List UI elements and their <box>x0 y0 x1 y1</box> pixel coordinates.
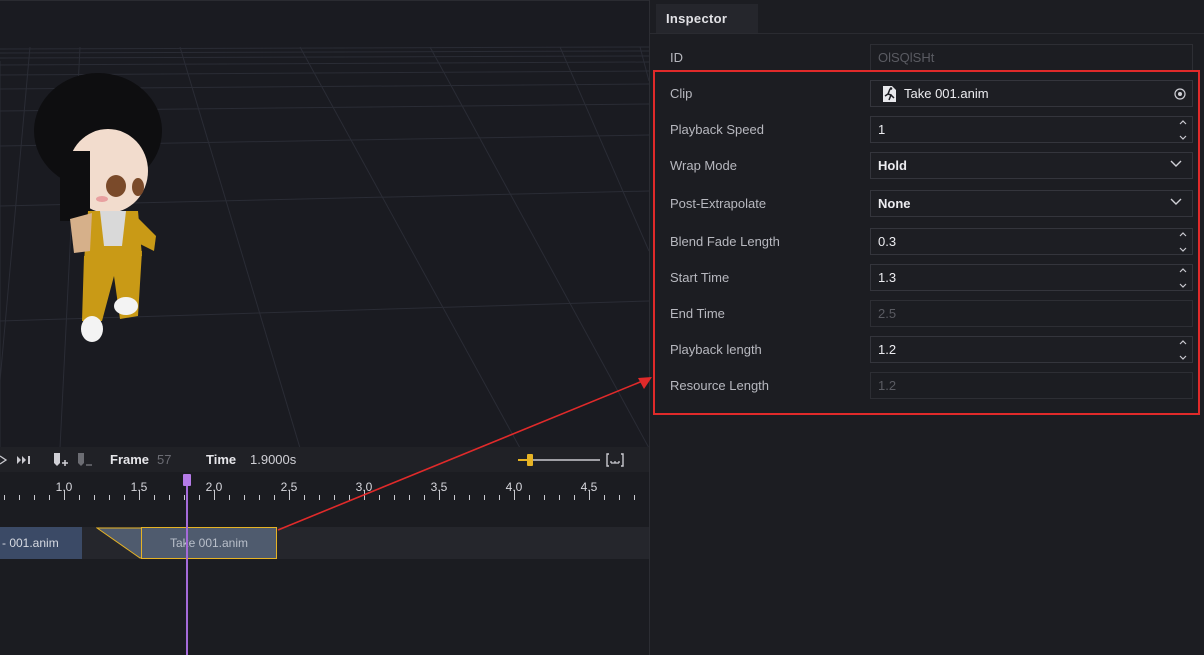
playhead-handle[interactable] <box>183 474 191 486</box>
wrap-mode-select[interactable]: Hold <box>870 152 1193 179</box>
zoom-slider-handle <box>527 453 533 466</box>
ruler-tick-label: 3.0 <box>356 480 373 494</box>
ruler-tick-label: 4.0 <box>506 480 523 494</box>
timeline-ruler[interactable]: 1.0 1.5 2.0 2.5 3.0 3.5 4.0 4.5 <box>0 472 650 502</box>
blend-fade-length-input[interactable]: 0.3 <box>870 228 1193 255</box>
id-label: ID <box>670 50 683 65</box>
frame-value[interactable]: 57 <box>157 447 171 472</box>
ruler-tick-label: 3.5 <box>431 480 448 494</box>
resource-length-input: 1.2 <box>870 372 1193 399</box>
clip-label: Clip <box>670 86 693 101</box>
blend-fade-length-stepper[interactable] <box>1178 232 1188 252</box>
clip-block-previous[interactable]: - 001.anim <box>0 527 82 559</box>
chevron-down-icon[interactable] <box>1179 355 1187 360</box>
clip-block-previous-label: - 001.anim <box>2 536 59 550</box>
remove-keyframe-icon[interactable] <box>76 447 92 472</box>
ruler-tick-label: 4.5 <box>581 480 598 494</box>
end-time-input: 2.5 <box>870 300 1193 327</box>
tab-inspector[interactable]: Inspector <box>656 4 758 33</box>
ruler-tick-label: 2.0 <box>206 480 223 494</box>
blend-fade-length-label: Blend Fade Length <box>670 234 780 249</box>
start-time-label: Start Time <box>670 270 730 285</box>
object-picker-icon[interactable] <box>1174 88 1186 100</box>
playhead-line[interactable] <box>186 476 188 655</box>
start-time-stepper[interactable] <box>1178 268 1188 288</box>
clip-field[interactable]: Take 001.anim <box>870 80 1193 107</box>
chevron-up-icon[interactable] <box>1179 232 1187 237</box>
end-time-value: 2.5 <box>878 306 897 321</box>
playback-length-value: 1.2 <box>878 342 897 357</box>
playback-length-label: Playback length <box>670 342 762 357</box>
add-keyframe-icon[interactable] <box>52 447 68 472</box>
clip-value: Take 001.anim <box>904 86 989 101</box>
zoom-slider[interactable] <box>516 447 602 472</box>
time-value[interactable]: 1.9000s <box>250 447 296 472</box>
playback-speed-label: Playback Speed <box>670 122 764 137</box>
playback-speed-input[interactable]: 1 <box>870 116 1193 143</box>
end-time-label: End Time <box>670 306 725 321</box>
frame-label: Frame <box>110 452 150 467</box>
blend-fade-length-value: 0.3 <box>878 234 897 249</box>
character-model <box>34 73 162 342</box>
chevron-up-icon[interactable] <box>1179 268 1187 273</box>
play-icon[interactable] <box>0 447 8 472</box>
playback-length-stepper[interactable] <box>1178 340 1188 360</box>
time-label: Time <box>206 452 237 467</box>
chevron-down-icon[interactable] <box>1179 247 1187 252</box>
dropdown-chevron-icon <box>1170 160 1182 167</box>
resource-length-value: 1.2 <box>878 378 897 393</box>
id-field: OlSQlSHt <box>870 44 1193 71</box>
ruler-tick-label: 1.5 <box>131 480 148 494</box>
chevron-up-icon[interactable] <box>1179 340 1187 345</box>
inspector-panel: Inspector ID OlSQlSHt Clip Take 001.anim… <box>650 0 1204 655</box>
start-time-value: 1.3 <box>878 270 897 285</box>
inspector-header: Inspector <box>650 0 1204 34</box>
scene-viewport[interactable] <box>0 0 649 447</box>
skip-to-end-icon[interactable] <box>16 447 32 472</box>
chevron-down-icon[interactable] <box>1179 135 1187 140</box>
chevron-down-icon[interactable] <box>1179 283 1187 288</box>
post-extrapolate-label: Post-Extrapolate <box>670 196 767 211</box>
post-extrapolate-select[interactable]: None <box>870 190 1193 217</box>
fit-view-icon[interactable] <box>606 447 624 472</box>
clip-block-selected[interactable]: Take 001.anim <box>141 527 277 559</box>
start-time-input[interactable]: 1.3 <box>870 264 1193 291</box>
timeline-empty-area <box>0 559 649 655</box>
wrap-mode-value: Hold <box>878 158 907 173</box>
clip-block-selected-label: Take 001.anim <box>169 536 249 550</box>
id-value: OlSQlSHt <box>878 50 935 65</box>
animation-file-icon <box>883 85 896 102</box>
ruler-tick-label: 2.5 <box>281 480 298 494</box>
ruler-tick-label: 1.0 <box>56 480 73 494</box>
chevron-up-icon[interactable] <box>1179 120 1187 125</box>
post-extrapolate-value: None <box>878 196 911 211</box>
wrap-mode-label: Wrap Mode <box>670 158 737 173</box>
resource-length-label: Resource Length <box>670 378 770 393</box>
ruler-ticks: 1.0 1.5 2.0 2.5 3.0 3.5 4.0 4.5 <box>4 480 650 500</box>
playback-speed-stepper[interactable] <box>1178 120 1188 140</box>
playback-speed-value: 1 <box>878 122 886 137</box>
timeline-toolbar: Frame 57 Time 1.9000s <box>0 447 649 472</box>
playback-length-input[interactable]: 1.2 <box>870 336 1193 363</box>
blend-fade-region[interactable] <box>96 527 146 559</box>
dropdown-chevron-icon <box>1170 198 1182 205</box>
